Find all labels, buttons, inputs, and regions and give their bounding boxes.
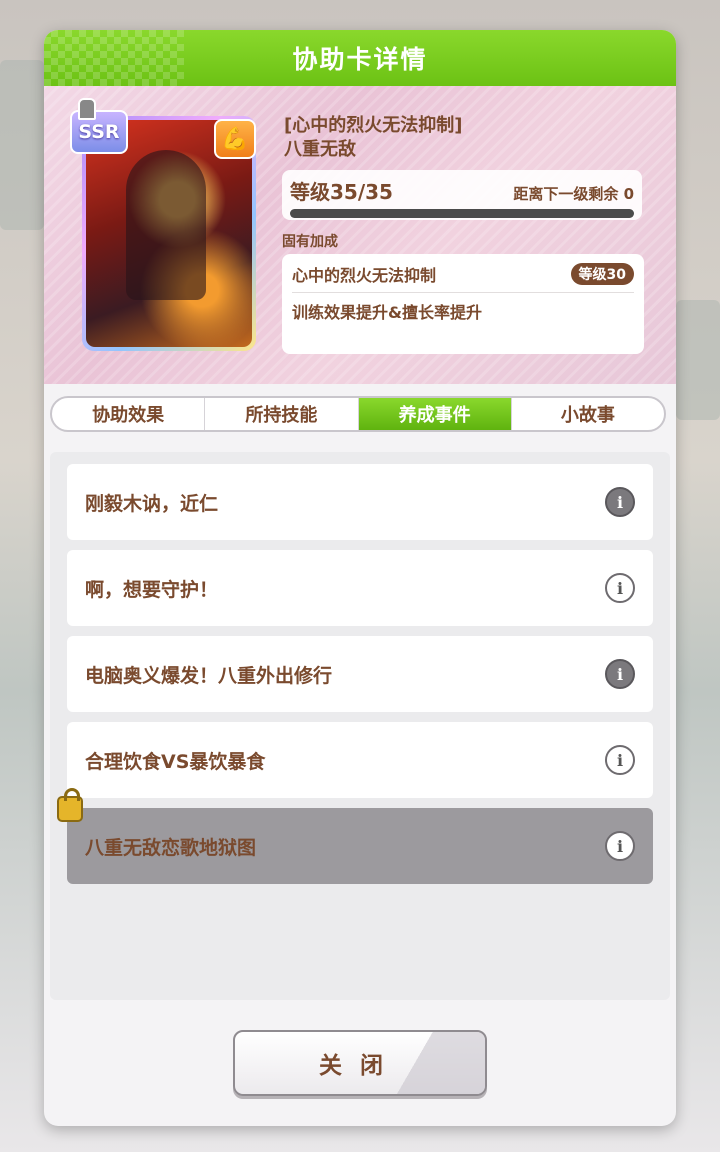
next-level-info: 距离下一级剩余 0 <box>513 183 634 204</box>
dialog-title: 协助卡详情 <box>292 45 428 74</box>
level-text: 等级35/35 <box>290 180 393 204</box>
dialog-header: 协助卡详情 <box>44 30 676 86</box>
bonus-label: 固有加成 <box>282 234 338 250</box>
background-window <box>676 300 720 420</box>
next-level-label: 距离下一级剩余 <box>513 185 619 203</box>
close-button[interactable]: 关闭 <box>233 1030 487 1096</box>
level-box: 等级35/35 距离下一级剩余 0 <box>282 170 642 220</box>
list-item[interactable]: 刚毅木讷，近仁 i <box>67 464 653 540</box>
info-icon[interactable]: i <box>605 487 635 517</box>
card-summary: SSR 💪 [心中的烈火无法抑制] 八重无敌 等级35/35 距离下一级剩余 0… <box>44 86 676 384</box>
info-icon[interactable]: i <box>605 659 635 689</box>
lock-icon <box>57 788 83 822</box>
card-epithet: [心中的烈火无法抑制] <box>284 115 463 136</box>
event-title: 刚毅木讷，近仁 <box>85 492 219 515</box>
bonus-name: 心中的烈火无法抑制 <box>292 266 437 285</box>
event-title: 啊，想要守护！ <box>85 578 219 601</box>
info-icon[interactable]: i <box>605 745 635 775</box>
event-title: 电脑奥义爆发！八重外出修行 <box>85 664 333 687</box>
list-item[interactable]: 合理饮食VS暴饮暴食 i <box>67 722 653 798</box>
tab-stories[interactable]: 小故事 <box>512 398 664 430</box>
tab-training-events[interactable]: 养成事件 <box>358 398 512 430</box>
power-icon: 💪 <box>214 119 256 159</box>
bonus-description: 训练效果提升&擅长率提升 <box>292 303 482 322</box>
next-level-value: 0 <box>623 185 634 203</box>
event-title: 八重无敌恋歌地狱图 <box>85 836 257 859</box>
list-item[interactable]: 电脑奥义爆发！八重外出修行 i <box>67 636 653 712</box>
level-progress-bar <box>290 209 634 218</box>
tab-support-effect[interactable]: 协助效果 <box>52 398 206 430</box>
bonus-level-badge: 等级30 <box>570 263 634 285</box>
bonus-box: 心中的烈火无法抑制 等级30 训练效果提升&擅长率提升 <box>282 254 644 354</box>
rarity-badge: SSR <box>70 98 128 154</box>
close-button-label: 关闭 <box>319 1053 401 1079</box>
support-card-detail-dialog: 协助卡详情 SSR 💪 [心中的烈火无法抑制] 八重无敌 等级35/35 距离下… <box>44 30 676 1126</box>
background-shelf <box>0 60 44 230</box>
detail-tabs: 协助效果 所持技能 养成事件 小故事 <box>50 396 666 432</box>
card-name: 八重无敌 <box>284 139 356 160</box>
list-item[interactable]: 啊，想要守护！ i <box>67 550 653 626</box>
list-item-locked[interactable]: 八重无敌恋歌地狱图 i <box>57 788 653 884</box>
events-list: 刚毅木讷，近仁 i 啊，想要守护！ i 电脑奥义爆发！八重外出修行 i 合理饮食… <box>50 452 670 1000</box>
card-info: [心中的烈火无法抑制] 八重无敌 <box>284 114 462 162</box>
info-icon[interactable]: i <box>605 573 635 603</box>
info-icon[interactable]: i <box>605 831 635 861</box>
tab-skills[interactable]: 所持技能 <box>205 398 359 430</box>
event-title: 合理饮食VS暴饮暴食 <box>85 750 266 773</box>
